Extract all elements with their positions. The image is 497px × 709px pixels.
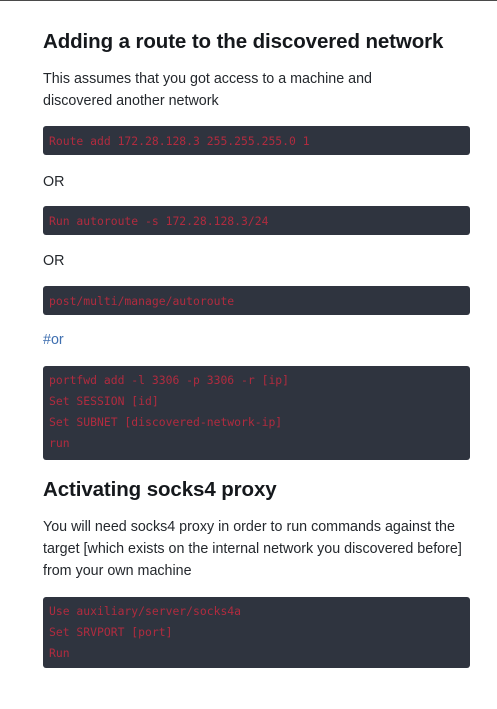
code-line: Run autoroute -s 172.28.128.3/24 [49,214,269,228]
section-heading-route: Adding a route to the discovered network [43,30,444,53]
section-intro-socks: You will need socks4 proxy in order to r… [43,519,462,579]
code-line: Set SUBNET [discovered-network-ip] [49,415,283,429]
code-block-autoroute[interactable]: Run autoroute -s 172.28.128.3/24 [43,206,470,235]
or-text-2: OR [43,253,65,269]
code-line: Use auxiliary/server/socks4a [49,604,242,618]
code-line: run [49,436,70,450]
code-block-socks4a[interactable]: Use auxiliary/server/socks4a Set SRVPORT… [43,597,470,668]
code-line: Route add 172.28.128.3 255.255.255.0 1 [49,134,310,148]
code-line: Run [49,646,70,660]
top-divider [0,0,497,1]
or-anchor-link[interactable]: #or [43,329,64,351]
code-line: Set SRVPORT [port] [49,625,173,639]
code-line: post/multi/manage/autoroute [49,294,235,308]
code-block-route-add[interactable]: Route add 172.28.128.3 255.255.255.0 1 [43,126,470,155]
section-intro-route: This assumes that you got access to a ma… [43,71,373,109]
code-line: Set SESSION [id] [49,394,159,408]
section-heading-socks: Activating socks4 proxy [43,478,277,501]
code-block-post-autoroute[interactable]: post/multi/manage/autoroute [43,286,470,315]
code-line: portfwd add -l 3306 -p 3306 -r [ip] [49,373,290,387]
or-text-1: OR [43,174,65,190]
code-block-portfwd[interactable]: portfwd add -l 3306 -p 3306 -r [ip] Set … [43,366,470,460]
